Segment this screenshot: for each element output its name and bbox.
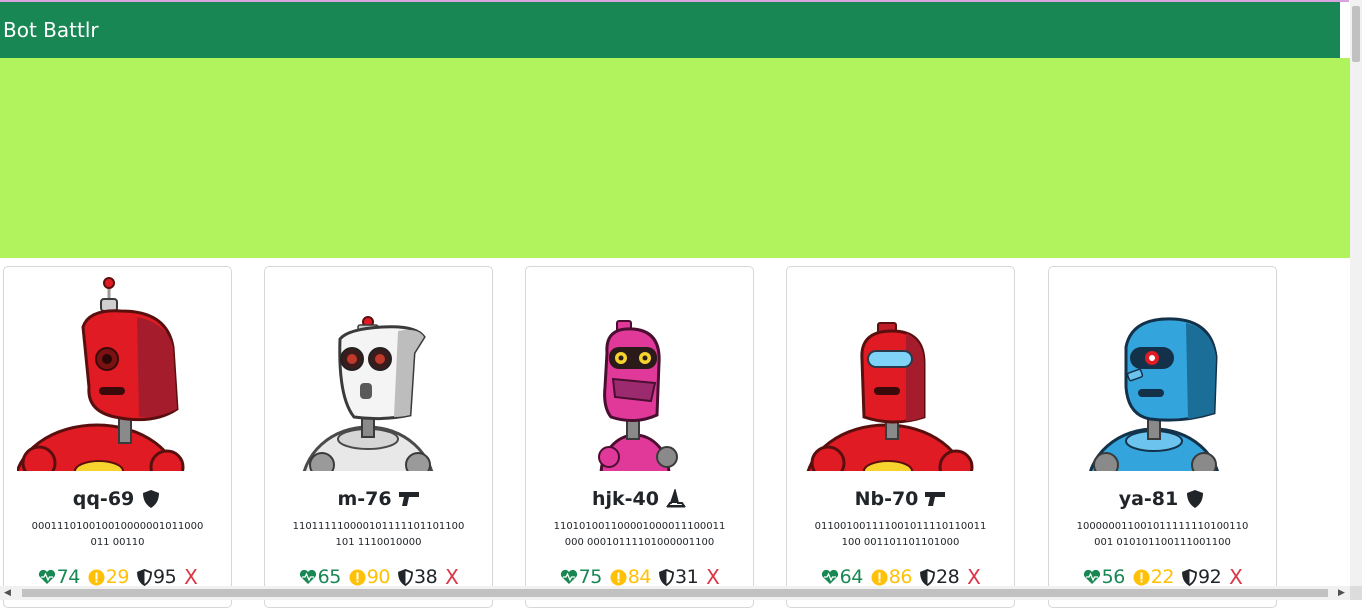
health-stat: 64 xyxy=(821,566,863,588)
armor-value: 28 xyxy=(935,566,960,588)
bot-title: ya-81 xyxy=(1049,485,1276,513)
bot-catchphrase: 100000011001011111110100110001 010101100… xyxy=(1076,521,1249,548)
bot-name: m-76 xyxy=(337,488,392,510)
bot-name: qq-69 xyxy=(72,488,135,510)
scrollbar-corner xyxy=(1350,586,1362,600)
bot-title: qq-69 xyxy=(4,485,231,513)
armor-value: 31 xyxy=(674,566,699,588)
armor-value: 92 xyxy=(1197,566,1222,588)
health-stat: 65 xyxy=(299,566,341,588)
damage-stat: 84 xyxy=(610,566,651,588)
exclamation-circle-icon xyxy=(871,569,888,585)
bot-catchphrase: 110111110000101111101101100101 111001000… xyxy=(292,521,465,548)
heart-pulse-icon xyxy=(38,569,55,584)
navbar: Bot Battlr xyxy=(0,2,1340,58)
health-value: 56 xyxy=(1101,566,1126,588)
armor-value: 95 xyxy=(152,566,177,588)
bot-card[interactable]: Nb-70 011001001111001011110110011100 001… xyxy=(786,266,1015,608)
exclamation-circle-icon xyxy=(1133,569,1150,585)
health-value: 65 xyxy=(317,566,342,588)
bot-card[interactable]: qq-69 000111010010010000001011000011 001… xyxy=(3,266,232,608)
damage-stat: 22 xyxy=(1133,566,1174,588)
heart-pulse-icon xyxy=(821,569,838,584)
scroll-left-icon[interactable]: ◀ xyxy=(4,586,11,600)
vertical-scrollbar[interactable] xyxy=(1350,0,1362,586)
bot-card[interactable]: hjk-40 110101001100001000011100011000 00… xyxy=(525,266,754,608)
armor-stat: 38 xyxy=(398,566,438,588)
bot-catchphrase: 000111010010010000001011000011 00110 xyxy=(31,521,204,548)
pistol-icon xyxy=(924,488,946,510)
shield-icon xyxy=(1184,488,1206,510)
bot-collection: qq-69 000111010010010000001011000011 001… xyxy=(0,266,1350,608)
half-shield-icon xyxy=(398,568,413,586)
health-stat: 74 xyxy=(38,566,80,588)
horizontal-scroll-thumb[interactable] xyxy=(22,589,1328,597)
damage-value: 90 xyxy=(366,566,391,588)
bot-avatar xyxy=(17,267,217,471)
bot-avatar xyxy=(539,267,739,471)
half-shield-icon xyxy=(137,568,152,586)
pistol-icon xyxy=(398,488,420,510)
bot-avatar xyxy=(278,267,478,471)
exclamation-circle-icon xyxy=(88,569,105,585)
bot-name: Nb-70 xyxy=(854,488,919,510)
heart-pulse-icon xyxy=(560,569,577,584)
half-shield-icon xyxy=(659,568,674,586)
horizontal-scrollbar[interactable]: ◀ ▶ xyxy=(0,586,1350,600)
bot-title: Nb-70 xyxy=(787,485,1014,513)
damage-stat: 29 xyxy=(88,566,129,588)
bot-card[interactable]: m-76 110111110000101111101101100101 1110… xyxy=(264,266,493,608)
health-stat: 56 xyxy=(1083,566,1125,588)
health-value: 64 xyxy=(839,566,864,588)
bot-title: m-76 xyxy=(265,485,492,513)
exclamation-circle-icon xyxy=(610,569,627,585)
bot-avatar xyxy=(800,267,1000,471)
damage-value: 84 xyxy=(627,566,652,588)
heart-pulse-icon xyxy=(1083,569,1100,584)
bot-name: hjk-40 xyxy=(591,488,659,510)
bot-avatar xyxy=(1062,267,1262,471)
bot-title: hjk-40 xyxy=(526,485,753,513)
armor-stat: 95 xyxy=(137,566,177,588)
brand-title[interactable]: Bot Battlr xyxy=(3,18,99,42)
armor-value: 38 xyxy=(413,566,438,588)
half-shield-icon xyxy=(920,568,935,586)
health-stat: 75 xyxy=(560,566,602,588)
armor-stat: 28 xyxy=(920,566,960,588)
bot-name: ya-81 xyxy=(1118,488,1179,510)
hero-banner xyxy=(0,58,1350,258)
wizard-hat-icon xyxy=(665,488,687,510)
armor-stat: 31 xyxy=(659,566,699,588)
damage-stat: 86 xyxy=(871,566,912,588)
shield-icon xyxy=(140,488,162,510)
health-value: 75 xyxy=(578,566,603,588)
health-value: 74 xyxy=(56,566,81,588)
armor-stat: 92 xyxy=(1182,566,1222,588)
damage-value: 22 xyxy=(1150,566,1175,588)
damage-value: 86 xyxy=(888,566,913,588)
bot-card[interactable]: ya-81 100000011001011111110100110001 010… xyxy=(1048,266,1277,608)
bot-catchphrase: 011001001111001011110110011100 001101101… xyxy=(814,521,987,548)
exclamation-circle-icon xyxy=(349,569,366,585)
half-shield-icon xyxy=(1182,568,1197,586)
vertical-scroll-thumb[interactable] xyxy=(1352,6,1360,62)
heart-pulse-icon xyxy=(299,569,316,584)
scroll-right-icon[interactable]: ▶ xyxy=(1338,586,1345,600)
bot-catchphrase: 110101001100001000011100011000 000101111… xyxy=(553,521,726,548)
damage-stat: 90 xyxy=(349,566,390,588)
damage-value: 29 xyxy=(105,566,130,588)
